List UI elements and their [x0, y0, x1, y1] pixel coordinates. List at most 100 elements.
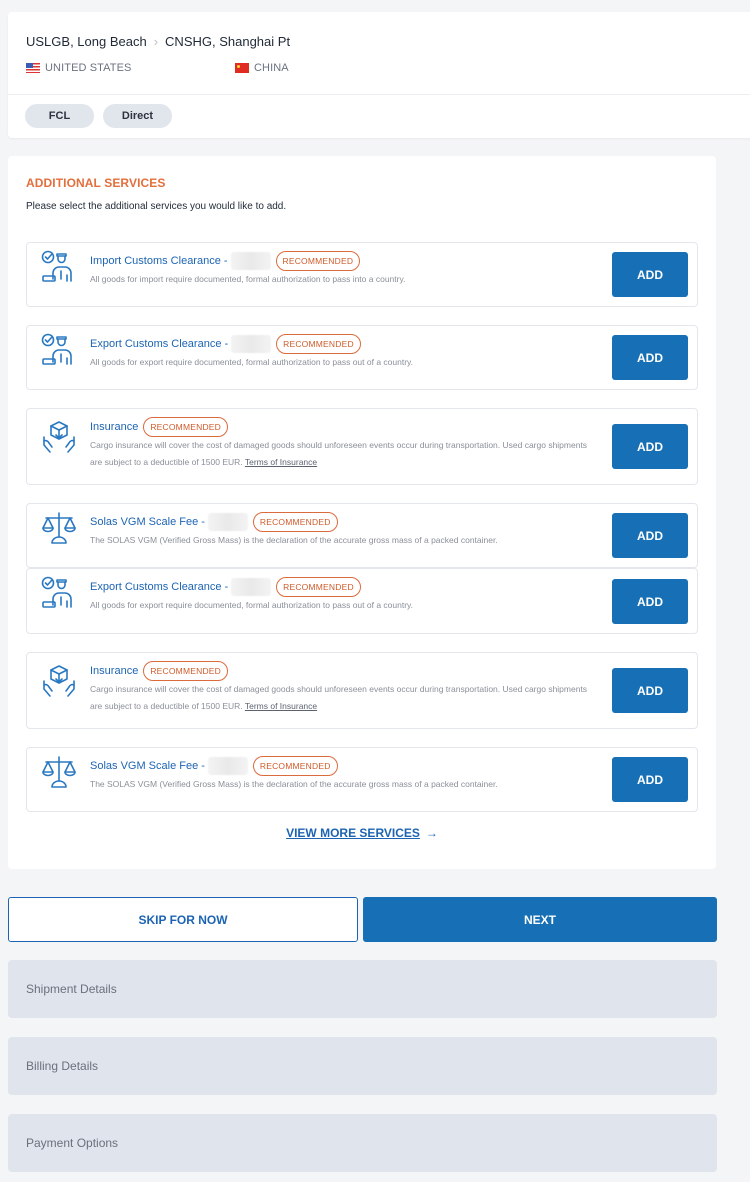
service-name: Import Customs Clearance: [90, 255, 221, 267]
service-body: Export Customs Clearance - RECOMMENDED All …: [90, 334, 601, 371]
service-name: Export Customs Clearance: [90, 581, 222, 593]
service-price-redacted: [207, 513, 248, 531]
insurance-hands-box-icon: [40, 663, 78, 701]
chevron-right-icon: ›: [153, 34, 159, 49]
service-description: The SOLAS VGM (Verified Gross Mass) is t…: [90, 532, 601, 549]
service-name: Solas VGM Scale Fee: [90, 516, 199, 528]
add-service-button[interactable]: ADD: [612, 757, 688, 802]
customs-officer-icon: [40, 332, 78, 370]
tag-fcl: FCL: [25, 104, 94, 128]
service-header: Import Customs Clearance - RECOMMENDED: [90, 251, 601, 271]
service-description: Cargo insurance will cover the cost of d…: [90, 437, 601, 471]
recommended-badge: RECOMMENDED: [276, 334, 361, 354]
service-dash: -: [223, 255, 228, 267]
add-service-button[interactable]: ADD: [612, 668, 688, 713]
view-more-label[interactable]: VIEW MORE SERVICES: [286, 826, 420, 840]
destination-country: CHINA: [235, 62, 289, 74]
origin-country: UNITED STATES: [26, 62, 131, 74]
service-header: Solas VGM Scale Fee - RECOMMENDED: [90, 756, 601, 776]
add-service-button[interactable]: ADD: [612, 513, 688, 558]
add-service-button[interactable]: ADD: [612, 424, 688, 469]
route-summary-card: USLGB, Long Beach › CNSHG, Shanghai Pt U…: [8, 12, 750, 138]
service-dash: -: [201, 760, 205, 772]
service-description: All goods for export require documented,…: [90, 597, 601, 614]
add-service-button[interactable]: ADD: [612, 579, 688, 624]
additional-services-card: ADDITIONAL SERVICES Please select the ad…: [8, 156, 716, 869]
customs-officer-icon: [40, 575, 78, 613]
service-row: Import Customs Clearance - RECOMMENDED All …: [26, 242, 698, 307]
origin-country-label: UNITED STATES: [45, 62, 132, 74]
destination-country-label: CHINA: [254, 62, 289, 74]
service-header: Insurance RECOMMENDED: [90, 417, 601, 437]
recommended-badge: RECOMMENDED: [252, 756, 338, 776]
service-price-redacted: [207, 757, 248, 775]
service-name: Insurance: [90, 421, 139, 433]
service-dash: -: [201, 516, 205, 528]
service-body: Solas VGM Scale Fee - RECOMMENDED The SOLAS…: [90, 756, 601, 793]
service-description-text: All goods for export require documented,…: [90, 357, 414, 367]
service-header: Export Customs Clearance - RECOMMENDED: [90, 577, 601, 597]
service-row: Export Customs Clearance - RECOMMENDED All …: [26, 568, 698, 634]
view-more-services-link[interactable]: VIEW MORE SERVICES →: [8, 826, 716, 840]
service-body: Export Customs Clearance - RECOMMENDED All …: [90, 577, 601, 614]
service-row: Solas VGM Scale Fee - RECOMMENDED The SOLAS…: [26, 747, 698, 812]
service-body: Import Customs Clearance - RECOMMENDED All …: [90, 251, 601, 288]
origin-port: USLGB, Long Beach: [26, 34, 147, 49]
divider: [8, 94, 750, 95]
service-description: All goods for export require documented,…: [90, 354, 601, 371]
us-flag-icon: [26, 63, 40, 73]
service-description-text: Cargo insurance will cover the cost of d…: [90, 440, 588, 467]
next-button[interactable]: NEXT: [363, 897, 717, 942]
service-header: Insurance RECOMMENDED: [90, 661, 601, 681]
service-header: Export Customs Clearance - RECOMMENDED: [90, 334, 601, 354]
scale-icon: [40, 754, 78, 792]
service-price-redacted: [231, 335, 272, 353]
service-price-redacted: [230, 252, 271, 270]
service-header: Solas VGM Scale Fee - RECOMMENDED: [90, 512, 601, 532]
service-body: Solas VGM Scale Fee - RECOMMENDED The SOLAS…: [90, 512, 601, 549]
add-service-button[interactable]: ADD: [612, 252, 688, 297]
service-description: The SOLAS VGM (Verified Gross Mass) is t…: [90, 776, 601, 793]
service-body: Insurance RECOMMENDED Cargo insurance will…: [90, 661, 601, 715]
accordion-shipment-details[interactable]: Shipment Details: [8, 960, 717, 1018]
tag-direct: Direct: [103, 104, 172, 128]
service-dash: -: [224, 338, 229, 350]
scale-icon: [40, 510, 78, 548]
service-row: Export Customs Clearance - RECOMMENDED All …: [26, 325, 698, 390]
service-body: Insurance RECOMMENDED Cargo insurance will…: [90, 417, 601, 471]
service-description: Cargo insurance will cover the cost of d…: [90, 681, 601, 715]
service-name: Solas VGM Scale Fee: [90, 760, 199, 772]
recommended-badge: RECOMMENDED: [276, 577, 361, 597]
service-name: Insurance: [90, 665, 139, 677]
service-description: All goods for import require documented,…: [90, 271, 601, 288]
service-price-redacted: [231, 578, 272, 596]
service-description-text: All goods for import require documented,…: [90, 274, 406, 284]
insurance-hands-box-icon: [40, 419, 78, 457]
recommended-badge: RECOMMENDED: [275, 251, 361, 271]
terms-of-insurance-link[interactable]: Terms of Insurance: [245, 457, 317, 467]
service-description-text: Cargo insurance will cover the cost of d…: [90, 684, 588, 711]
service-row: Solas VGM Scale Fee - RECOMMENDED The SOLAS…: [26, 503, 698, 568]
route-line: USLGB, Long Beach › CNSHG, Shanghai Pt: [26, 34, 290, 49]
accordion-payment-options[interactable]: Payment Options: [8, 1114, 717, 1172]
section-title: ADDITIONAL SERVICES: [26, 176, 166, 190]
skip-for-now-button[interactable]: SKIP FOR NOW: [8, 897, 358, 942]
terms-of-insurance-link[interactable]: Terms of Insurance: [245, 701, 317, 711]
arrow-right-icon: →: [425, 826, 438, 840]
recommended-badge: RECOMMENDED: [143, 661, 228, 681]
destination-port: CNSHG, Shanghai Pt: [165, 34, 291, 49]
service-row: Insurance RECOMMENDED Cargo insurance will…: [26, 408, 698, 485]
recommended-badge: RECOMMENDED: [143, 417, 228, 437]
recommended-badge: RECOMMENDED: [252, 512, 338, 532]
service-row: Insurance RECOMMENDED Cargo insurance will…: [26, 652, 698, 729]
service-description-text: All goods for export require documented,…: [90, 600, 414, 610]
service-description-text: The SOLAS VGM (Verified Gross Mass) is t…: [90, 779, 498, 789]
customs-officer-icon: [40, 249, 78, 287]
accordion-billing-details[interactable]: Billing Details: [8, 1037, 717, 1095]
service-description-text: The SOLAS VGM (Verified Gross Mass) is t…: [90, 535, 498, 545]
section-subtitle: Please select the additional services yo…: [26, 201, 287, 212]
service-dash: -: [224, 581, 229, 593]
add-service-button[interactable]: ADD: [612, 335, 688, 380]
cn-flag-icon: [235, 63, 249, 73]
service-name: Export Customs Clearance: [90, 338, 222, 350]
